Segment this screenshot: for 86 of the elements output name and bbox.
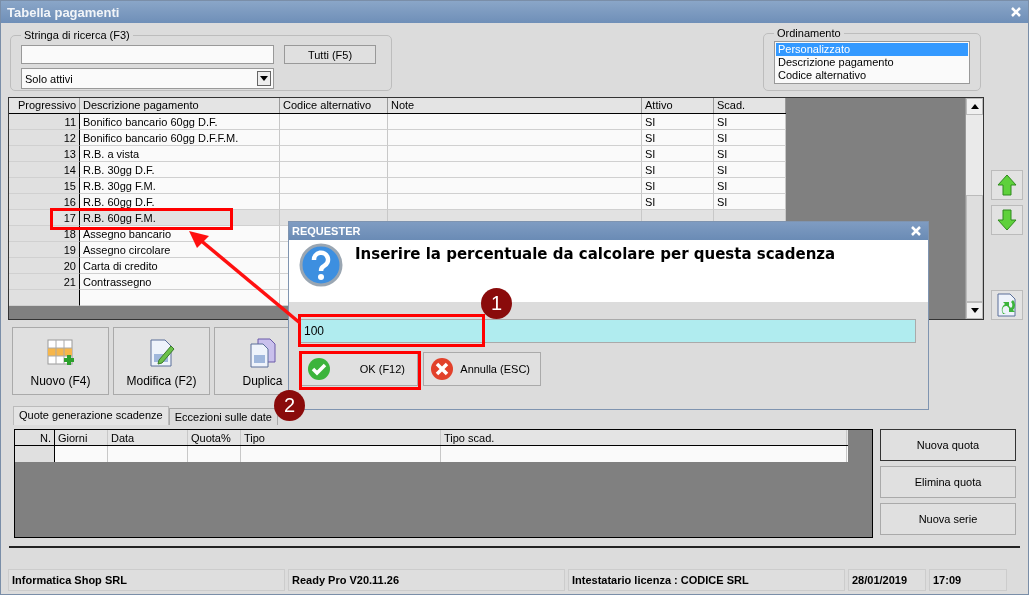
table-cell: 15 <box>9 178 80 194</box>
table-cell: SI <box>714 162 786 178</box>
group-label: Ordinamento <box>776 27 842 39</box>
quota-button[interactable]: Elimina quota <box>880 466 1016 498</box>
table-cell: 20 <box>9 258 80 274</box>
quota-button[interactable]: Nuova serie <box>880 503 1016 535</box>
check-icon <box>307 357 331 381</box>
toolbar-button[interactable]: Nuovo (F4) <box>12 327 109 395</box>
scroll-up-icon[interactable] <box>970 104 979 109</box>
dialog-message: Inserire la percentuale da calcolare per questa scadenza <box>355 245 836 265</box>
close-icon[interactable] <box>1010 6 1022 18</box>
table-cell: 17 <box>9 210 80 226</box>
column-header[interactable]: Note <box>388 98 642 113</box>
table-cell: Contrassegno <box>80 274 280 290</box>
list-item[interactable]: Descrizione pagamento <box>776 56 968 69</box>
toolbar-button[interactable]: Modifica (F2) <box>113 327 210 395</box>
tab[interactable]: Eccezioni sulle date <box>168 408 278 425</box>
table-cell: SI <box>714 178 786 194</box>
column-header[interactable]: N. <box>15 430 55 445</box>
column-header[interactable]: Tipo <box>241 430 441 445</box>
window-title: Tabella pagamenti <box>7 4 120 20</box>
table-cell: SI <box>714 130 786 146</box>
status-field: Ready Pro V20.11.26 <box>288 569 565 591</box>
table-cell: Assegno circolare <box>80 242 280 258</box>
search-field[interactable] <box>21 45 274 64</box>
table-cell: 12 <box>9 130 80 146</box>
caret-icon <box>260 76 268 81</box>
filter-dropdown[interactable]: Solo attivi <box>21 68 274 89</box>
move-down-button[interactable] <box>991 205 1023 235</box>
table-cell: 16 <box>9 194 80 210</box>
table-cell: SI <box>642 130 714 146</box>
refresh-button[interactable] <box>991 290 1023 320</box>
table-cell: 19 <box>9 242 80 258</box>
cross-icon <box>430 357 454 381</box>
ok-button[interactable]: OK (F12) <box>300 352 418 386</box>
table-cell: SI <box>714 114 786 130</box>
table-cell: R.B. 30gg F.M. <box>80 178 280 194</box>
table-cell: R.B. 30gg D.F. <box>80 162 280 178</box>
table-cell: SI <box>714 194 786 210</box>
table-cell: Carta di credito <box>80 258 280 274</box>
up-arrow-icon <box>996 174 1018 196</box>
document-refresh-icon <box>995 292 1019 318</box>
scroll-down-icon[interactable] <box>970 308 979 313</box>
cancel-button[interactable]: Annulla (ESC) <box>423 352 541 386</box>
column-header[interactable]: Descrizione pagamento <box>80 98 280 113</box>
column-header[interactable]: Scad. <box>714 98 786 113</box>
table-cell: 11 <box>9 114 80 130</box>
close-icon[interactable] <box>910 225 922 237</box>
table-cell <box>9 290 80 306</box>
table-cell: 18 <box>9 226 80 242</box>
table-cell: 13 <box>9 146 80 162</box>
column-header[interactable]: Attivo <box>642 98 714 113</box>
status-field: Informatica Shop SRL <box>8 569 285 591</box>
question-icon <box>299 243 343 287</box>
column-header[interactable]: Giorni <box>55 430 108 445</box>
quota-button[interactable]: Nuova quota <box>880 429 1016 461</box>
table-cell: SI <box>642 178 714 194</box>
table-cell: R.B. a vista <box>80 146 280 162</box>
table-cell: Bonifico bancario 60gg D.F.F.M. <box>80 130 280 146</box>
status-field: Intestatario licenza : CODICE SRL <box>568 569 845 591</box>
column-header[interactable]: Data <box>108 430 188 445</box>
table-cell: R.B. 60gg D.F. <box>80 194 280 210</box>
table-cell: SI <box>714 146 786 162</box>
status-field: 28/01/2019 <box>848 569 926 591</box>
list-item[interactable]: Codice alternativo <box>776 69 968 82</box>
table-cell: 21 <box>9 274 80 290</box>
table-cell: SI <box>642 194 714 210</box>
documents-icon <box>247 338 278 368</box>
status-field: 17:09 <box>929 569 1007 591</box>
dialog-title: REQUESTER <box>292 225 361 237</box>
column-header[interactable]: Quota% <box>188 430 241 445</box>
move-up-button[interactable] <box>991 170 1023 200</box>
table-cell: Bonifico bancario 60gg D.F. <box>80 114 280 130</box>
table-cell: SI <box>642 114 714 130</box>
column-header[interactable]: Codice alternativo <box>280 98 388 113</box>
all-button[interactable]: Tutti (F5) <box>284 45 376 64</box>
grid-plus-icon <box>45 338 76 368</box>
percentage-field[interactable]: 100 <box>299 319 916 343</box>
table-cell: 14 <box>9 162 80 178</box>
tab[interactable]: Quote generazione scadenze <box>13 406 169 425</box>
down-arrow-icon <box>996 209 1018 231</box>
group-label: Stringa di ricerca (F3) <box>23 29 131 41</box>
scrollbar[interactable] <box>965 98 983 319</box>
table-cell: SI <box>642 146 714 162</box>
column-header[interactable]: Tipo scad. <box>441 430 847 445</box>
table-cell: SI <box>642 162 714 178</box>
